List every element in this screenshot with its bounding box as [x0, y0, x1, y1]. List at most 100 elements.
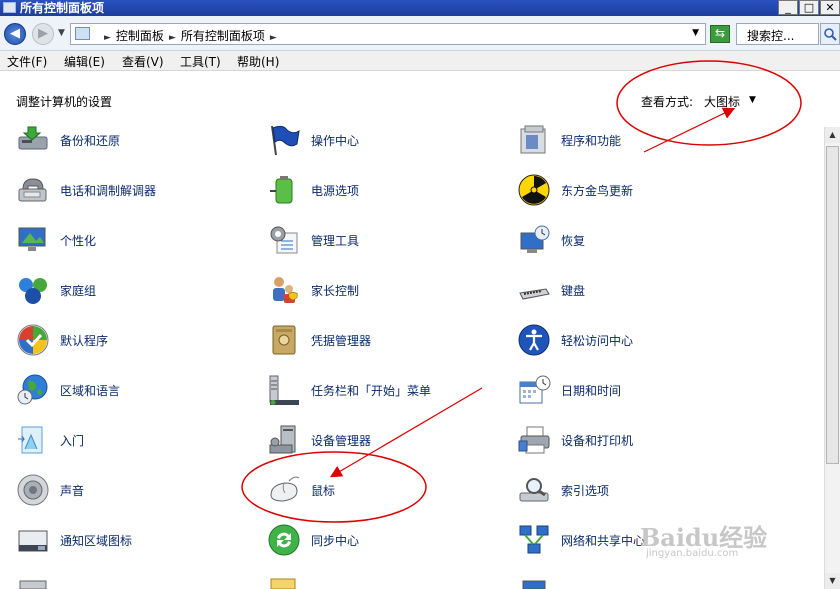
item-ease-of-access[interactable]: 轻松访问中心 [517, 323, 757, 357]
maximize-button[interactable]: □ [799, 0, 819, 15]
item-label: 管理工具 [311, 234, 360, 248]
item-label: 电源选项 [311, 184, 360, 198]
item-credential-manager[interactable]: 凭据管理器 [267, 323, 507, 357]
item-admin-tools[interactable]: 管理工具 [267, 223, 507, 257]
menu-tools[interactable]: 工具(T) [180, 53, 221, 70]
item-mouse[interactable]: 鼠标 [267, 473, 507, 507]
region-globe-icon [17, 374, 48, 405]
item-label: 设备和打印机 [561, 434, 634, 448]
item-backup-restore[interactable]: 备份和还原 [16, 123, 256, 157]
credential-vault-icon [272, 325, 296, 355]
item-dongfang-update[interactable]: 东方金鸟更新 [517, 173, 757, 207]
item-homegroup[interactable]: 家庭组 [16, 273, 256, 307]
page-title: 调整计算机的设置 [16, 95, 113, 109]
item-power-options[interactable]: 电源选项 [267, 173, 507, 207]
sync-center-icon [268, 524, 300, 556]
item-devices-printers[interactable]: 设备和打印机 [517, 423, 757, 457]
system-icon [522, 580, 546, 589]
network-sharing-icon [519, 525, 549, 554]
item-label: 凭据管理器 [311, 334, 372, 348]
item-phone-modem[interactable]: 电话和调制解调器 [16, 173, 256, 207]
control-panel-content: 调整计算机的设置 查看方式: 大图标 ▼ 备份和还原 操作中心 程序和功能 电话… [0, 71, 824, 589]
minimize-button[interactable]: _ [778, 0, 798, 15]
menu-help[interactable]: 帮助(H) [237, 53, 279, 70]
breadcrumb-separator[interactable]: ► [104, 33, 111, 43]
scroll-up-button[interactable]: ▲ [825, 127, 840, 143]
mouse-icon [270, 476, 300, 502]
item-default-programs[interactable]: 默认程序 [16, 323, 256, 357]
scroll-down-button[interactable]: ▼ [825, 573, 840, 589]
search-input[interactable]: 搜索控... [736, 23, 819, 45]
view-by-dropdown[interactable]: 大图标 [704, 93, 740, 110]
item-label: 入门 [60, 434, 85, 448]
admin-tools-gear-icon [270, 226, 298, 254]
vertical-scrollbar[interactable]: ▲ ▼ [824, 127, 840, 589]
item-device-manager[interactable]: 设备管理器 [267, 423, 507, 457]
breadcrumb-separator[interactable]: ► [270, 33, 277, 43]
item-programs-features[interactable]: 程序和功能 [517, 123, 757, 157]
breadcrumb-separator[interactable]: ► [169, 33, 176, 43]
menu-view[interactable]: 查看(V) [122, 53, 164, 70]
address-dropdown[interactable]: ▼ [692, 28, 699, 38]
item-label: 日期和时间 [561, 384, 622, 398]
personalization-icon [18, 227, 46, 251]
item-label: 鼠标 [311, 484, 336, 498]
breadcrumb: ► 控制面板 ► 所有控制面板项 ► [99, 27, 282, 44]
search-button[interactable] [820, 23, 840, 45]
item-label: 网络和共享中心 [561, 534, 646, 548]
item-label: 声音 [60, 484, 85, 498]
item-label: 备份和还原 [60, 134, 121, 148]
item-label: 区域和语言 [60, 384, 121, 398]
programs-icon [520, 125, 546, 154]
item-label: 个性化 [60, 234, 97, 248]
calendar-clock-icon [519, 375, 551, 404]
item-taskbar-start-menu[interactable]: 任务栏和「开始」菜单 [267, 373, 507, 407]
item-parental-controls[interactable]: 家长控制 [267, 273, 507, 307]
item-sound[interactable]: 声音 [16, 473, 256, 507]
item-sync-center[interactable]: 同步中心 [267, 523, 507, 557]
chevron-down-icon[interactable]: ▼ [749, 95, 756, 105]
indexing-magnifier-icon [519, 478, 549, 502]
notification-area-icon [18, 530, 48, 552]
item-label: 恢复 [561, 234, 586, 248]
item-recovery[interactable]: 恢复 [517, 223, 757, 257]
address-bar[interactable]: ► 控制面板 ► 所有控制面板项 ► ▼ [70, 23, 706, 45]
taskbar-start-icon [269, 375, 299, 405]
watermark-url: jingyan.baidu.com [646, 548, 739, 559]
item-keyboard[interactable]: 键盘 [517, 273, 757, 307]
menu-edit[interactable]: 编辑(E) [64, 53, 105, 70]
item-indexing-options[interactable]: 索引选项 [517, 473, 757, 507]
recent-pages-dropdown[interactable]: ▼ [58, 28, 65, 38]
item-notification-area[interactable]: 通知区域图标 [16, 523, 256, 557]
breadcrumb-control-panel[interactable]: 控制面板 [116, 29, 164, 43]
item-label: 设备管理器 [311, 434, 372, 448]
forward-button[interactable]: ▶ [32, 23, 54, 45]
item-label: 电话和调制解调器 [60, 184, 157, 198]
scrollbar-thumb[interactable] [826, 146, 839, 464]
control-panel-app-icon [3, 2, 16, 13]
item-label: 东方金鸟更新 [561, 184, 634, 198]
item-getting-started[interactable]: 入门 [16, 423, 256, 457]
phone-modem-icon [18, 178, 47, 202]
arrow-right-icon: ▶ [38, 26, 48, 41]
item-action-center[interactable]: 操作中心 [267, 123, 507, 157]
menu-file[interactable]: 文件(F) [7, 53, 47, 70]
item-label: 操作中心 [311, 134, 360, 148]
search-icon [824, 28, 837, 41]
item-label: 通知区域图标 [60, 534, 133, 548]
refresh-button[interactable]: ⇆ [710, 25, 730, 43]
item-region-language[interactable]: 区域和语言 [16, 373, 256, 407]
recovery-icon [520, 225, 550, 253]
item-label: 家庭组 [60, 284, 97, 298]
item-label: 家长控制 [311, 284, 360, 298]
back-button[interactable]: ◀ [4, 23, 26, 45]
keyboard-icon [519, 288, 550, 300]
baidu-watermark: Baidu经验 jingyan.baidu.com [640, 518, 767, 559]
item-date-time[interactable]: 日期和时间 [517, 373, 757, 407]
action-center-flag-icon [271, 125, 300, 156]
getting-started-icon [18, 426, 43, 454]
item-personalization[interactable]: 个性化 [16, 223, 256, 257]
backup-icon [18, 126, 48, 150]
close-button[interactable]: ✕ [820, 0, 840, 15]
breadcrumb-all-items[interactable]: 所有控制面板项 [181, 29, 265, 43]
